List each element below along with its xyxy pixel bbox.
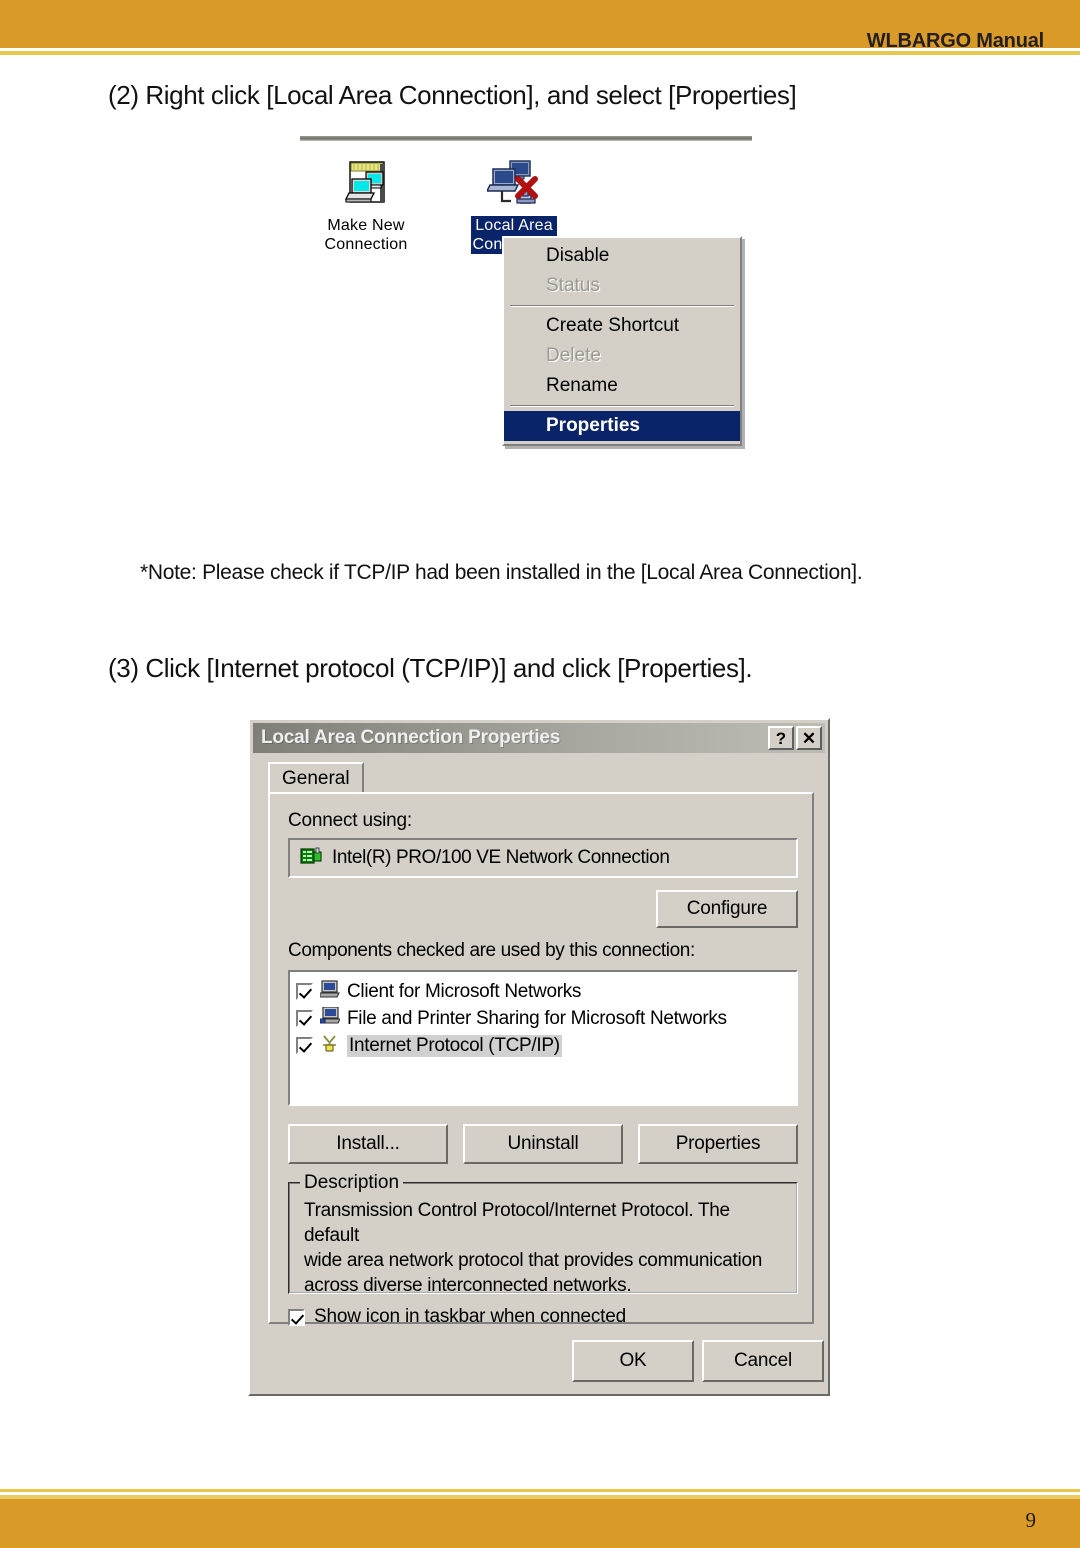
adapter-name: Intel(R) PRO/100 VE Network Connection [332, 847, 670, 868]
description-line-1: Transmission Control Protocol/Internet P… [304, 1200, 730, 1246]
components-list[interactable]: Client for Microsoft Networks File and P… [288, 970, 798, 1106]
uninstall-button[interactable]: Uninstall [463, 1124, 623, 1164]
description-line-3: across diverse interconnected networks. [304, 1275, 632, 1296]
ok-button[interactable]: OK [572, 1340, 694, 1382]
connection-item-label: Make New Connection [324, 217, 408, 253]
show-icon-label: Show icon in taskbar when connected [314, 1306, 626, 1327]
context-menu-separator-2 [510, 405, 734, 407]
network-adapter-icon [300, 846, 322, 871]
configure-button[interactable]: Configure [656, 890, 798, 928]
description-text: Transmission Control Protocol/Internet P… [290, 1184, 796, 1298]
tab-general[interactable]: General [268, 762, 364, 792]
dialog-tabstrip: General [268, 762, 828, 792]
checkbox-internet-protocol-tcpip[interactable] [296, 1037, 313, 1054]
bottom-accent-band [0, 1499, 1080, 1548]
context-menu-item-delete: Delete [546, 345, 601, 366]
adapter-field[interactable]: Intel(R) PRO/100 VE Network Connection [288, 838, 798, 878]
properties-button[interactable]: Properties [638, 1124, 798, 1164]
local-area-connection-properties-dialog: Local Area Connection Properties ? ✕ Gen… [248, 718, 830, 1396]
context-menu-item-status: Status [546, 275, 600, 296]
context-menu-item-rename[interactable]: Rename [504, 371, 740, 401]
step-3-heading: (3) Click [Internet protocol (TCP/IP)] a… [108, 653, 753, 683]
list-item[interactable]: File and Printer Sharing for Microsoft N… [290, 1005, 796, 1032]
components-label: Components checked are used by this conn… [288, 940, 695, 961]
close-icon[interactable]: ✕ [796, 726, 822, 750]
list-item-label: Client for Microsoft Networks [347, 980, 582, 1002]
checkbox-file-printer-sharing[interactable] [296, 1010, 313, 1027]
dialog-title: Local Area Connection Properties [261, 727, 561, 748]
computer-share-icon [319, 1005, 341, 1031]
network-connection-disconnected-icon [448, 154, 580, 216]
context-menu[interactable]: Disable Status Create Shortcut Delete Re… [502, 236, 742, 446]
top-rule-white-2 [0, 55, 1080, 57]
dialog-tab-panel: Connect using: Intel(R) PRO/100 VE Netwo… [268, 792, 814, 1327]
description-line-2: wide area network protocol that provides… [304, 1250, 762, 1271]
step-2-heading: (2) Right click [Local Area Connection],… [108, 80, 797, 110]
manual-header-title: WLBARGO Manual [866, 30, 1044, 52]
description-groupbox-title: Description [300, 1172, 404, 1194]
connection-item-make-new[interactable]: Make New Connection [300, 154, 432, 254]
make-new-connection-icon [300, 154, 432, 216]
list-item[interactable]: Internet Protocol (TCP/IP) [290, 1032, 796, 1059]
list-item-label: Internet Protocol (TCP/IP) [347, 1034, 562, 1057]
computer-icon [319, 979, 340, 1004]
list-item-label: File and Printer Sharing for Microsoft N… [347, 1007, 727, 1029]
context-menu-item-disable[interactable]: Disable [504, 241, 740, 271]
context-menu-separator-1 [510, 305, 734, 307]
connect-using-label: Connect using: [288, 810, 412, 831]
list-item[interactable]: Client for Microsoft Networks [290, 978, 796, 1005]
show-icon-row[interactable]: Show icon in taskbar when connected [288, 1306, 626, 1328]
checkbox-client-microsoft-networks[interactable] [296, 983, 313, 1000]
checkbox-show-icon-in-taskbar[interactable] [288, 1308, 305, 1326]
description-groupbox: Description Transmission Control Protoco… [288, 1172, 798, 1296]
tcpip-protocol-icon [320, 1034, 340, 1058]
tcpip-note: *Note: Please check if TCP/IP had been i… [140, 561, 863, 584]
context-menu-item-create-shortcut[interactable]: Create Shortcut [504, 311, 740, 341]
install-button[interactable]: Install... [288, 1124, 448, 1164]
dialog-titlebar: Local Area Connection Properties ? ✕ [253, 723, 825, 753]
cancel-button[interactable]: Cancel [702, 1340, 824, 1382]
figure-network-connections: Make New Connection Local Area Disable S… [300, 136, 760, 501]
page-number: 9 [1025, 1508, 1037, 1532]
help-button[interactable]: ? [768, 726, 794, 750]
explorer-toolbar-divider [300, 136, 752, 141]
context-menu-item-properties[interactable]: Properties [504, 411, 740, 441]
